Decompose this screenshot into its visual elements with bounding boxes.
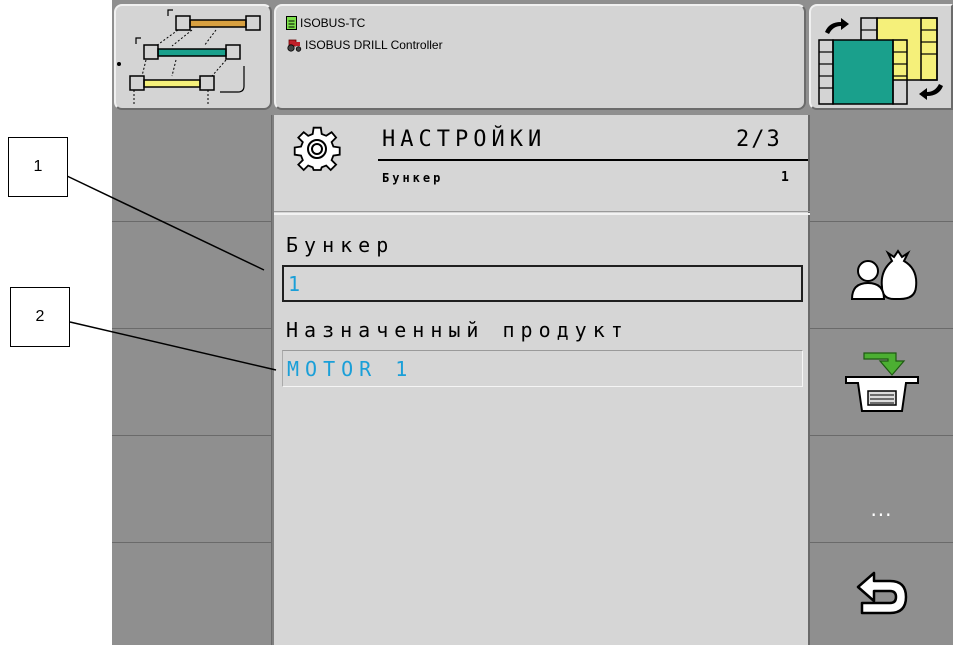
header-line-controller: ISOBUS DRILL Controller bbox=[286, 38, 443, 52]
more-label: ... bbox=[870, 497, 893, 521]
hopper-value: 1 bbox=[288, 271, 307, 296]
tc-switch-icon bbox=[818, 17, 943, 105]
left-softkey-5[interactable] bbox=[112, 543, 272, 645]
top-bar: ISOBUS-TC ISOBUS DRILL Controller bbox=[112, 0, 953, 115]
callout-2-label: 2 bbox=[35, 308, 45, 325]
hopper-load-icon bbox=[844, 352, 919, 412]
left-softkey-2[interactable] bbox=[112, 222, 272, 329]
left-softkey-column bbox=[112, 115, 272, 645]
callout-1-label: 1 bbox=[33, 158, 43, 175]
header-line1: ISOBUS-TC bbox=[300, 16, 366, 30]
hopper-input[interactable]: 1 bbox=[282, 265, 803, 302]
operator-product-sack-icon bbox=[850, 249, 917, 300]
title-underline bbox=[378, 159, 808, 161]
callout-1: 1 bbox=[8, 137, 68, 197]
header-divider bbox=[274, 211, 810, 212]
product-value: MOTOR 1 bbox=[287, 356, 414, 381]
assign-product-button[interactable] bbox=[808, 222, 953, 329]
header-info: ISOBUS-TC ISOBUS DRILL Controller bbox=[274, 4, 806, 110]
back-button[interactable] bbox=[808, 543, 953, 645]
document-icon bbox=[286, 16, 297, 30]
page-title: НАСТРОЙКИ bbox=[382, 127, 547, 152]
product-input[interactable]: MOTOR 1 bbox=[282, 350, 803, 387]
right-softkey-column: ... bbox=[808, 115, 953, 645]
product-label: Назначенный продукт bbox=[286, 318, 629, 342]
page-indicator: 2/3 bbox=[736, 127, 782, 152]
gear-icon bbox=[293, 126, 341, 172]
header-divider-highlight bbox=[274, 213, 810, 215]
tc-switch-button[interactable] bbox=[809, 4, 953, 110]
left-softkey-4[interactable] bbox=[112, 436, 272, 543]
section-control-icon bbox=[117, 9, 261, 106]
load-hopper-button[interactable] bbox=[808, 329, 953, 436]
settings-panel: НАСТРОЙКИ 2/3 Бункер 1 Бункер 1 Назначен… bbox=[272, 115, 810, 645]
page-subtitle: Бункер bbox=[382, 171, 444, 185]
left-softkey-3[interactable] bbox=[112, 329, 272, 436]
right-softkey-1[interactable] bbox=[808, 115, 953, 222]
header-line-tc: ISOBUS-TC bbox=[286, 16, 365, 30]
tractor-icon bbox=[287, 39, 302, 52]
left-softkey-1[interactable] bbox=[112, 115, 272, 222]
more-button[interactable]: ... bbox=[808, 436, 953, 543]
hopper-label: Бункер bbox=[286, 233, 395, 257]
section-control-button[interactable] bbox=[114, 4, 272, 110]
page-subtitle-value: 1 bbox=[781, 170, 789, 185]
callout-2: 2 bbox=[10, 287, 70, 347]
header-line2: ISOBUS DRILL Controller bbox=[305, 38, 443, 52]
back-arrow-icon bbox=[856, 571, 907, 615]
